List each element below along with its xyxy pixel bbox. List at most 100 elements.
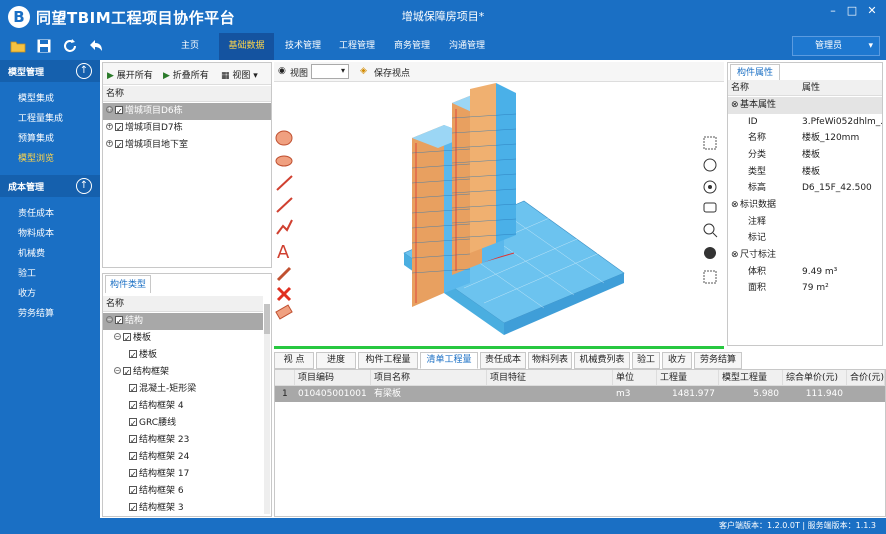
open-folder-icon[interactable] xyxy=(10,38,26,54)
tab-material-list[interactable]: 物料列表 xyxy=(528,352,572,369)
checkbox[interactable] xyxy=(129,500,137,517)
model-viewport[interactable]: A xyxy=(274,83,724,346)
pen-markup-icon[interactable] xyxy=(276,266,292,282)
expand-toggle-icon[interactable]: + xyxy=(106,140,113,147)
column-header[interactable]: 单位 xyxy=(613,370,657,386)
checkbox[interactable] xyxy=(129,466,137,483)
column-header[interactable]: 模型工程量 xyxy=(719,370,783,386)
line-markup-icon[interactable] xyxy=(276,175,293,191)
sidebar-item-quantity-integration[interactable]: 工程量集成 xyxy=(18,111,63,124)
zoom-icon[interactable] xyxy=(703,223,718,238)
tree-item[interactable]: + 增城项目地下室 xyxy=(103,137,271,154)
checkbox[interactable] xyxy=(129,432,137,449)
save-icon[interactable] xyxy=(36,38,52,54)
sidebar-item-material-cost[interactable]: 物料成本 xyxy=(18,226,54,239)
delete-markup-icon[interactable] xyxy=(276,286,292,302)
tab-labor-settlement[interactable]: 劳务结算 xyxy=(694,352,742,369)
camera-icon[interactable] xyxy=(704,247,716,259)
section-box-icon[interactable] xyxy=(703,270,717,284)
menu-home[interactable]: 主页 xyxy=(170,33,210,60)
checkbox[interactable] xyxy=(115,120,123,137)
column-header[interactable]: 综合单价(元) xyxy=(783,370,847,386)
cloud-markup-icon[interactable] xyxy=(275,130,293,146)
expand-toggle-icon[interactable]: + xyxy=(106,106,113,113)
sidebar-section-model[interactable]: 模型管理 ↑ xyxy=(0,60,100,82)
polyline-markup-icon[interactable] xyxy=(276,219,293,235)
tab-component-quantity[interactable]: 构件工程量 xyxy=(358,352,418,369)
walk-icon[interactable] xyxy=(703,202,717,213)
menu-comm-mgmt[interactable]: 沟通管理 xyxy=(440,33,494,60)
sidebar-section-cost[interactable]: 成本管理 ↑ xyxy=(0,175,100,197)
type-item[interactable]: − 结构 xyxy=(103,313,263,330)
column-header[interactable]: 工程量 xyxy=(657,370,719,386)
eraser-icon[interactable] xyxy=(275,304,293,320)
maximize-button[interactable]: □ xyxy=(843,4,861,18)
checkbox[interactable] xyxy=(115,137,123,154)
minimize-button[interactable]: – xyxy=(824,4,842,18)
checkbox[interactable] xyxy=(129,347,137,364)
tab-inspection[interactable]: 验工 xyxy=(632,352,660,369)
checkbox[interactable] xyxy=(129,381,137,398)
refresh-icon[interactable] xyxy=(62,38,78,54)
collapse-up-icon[interactable]: ↑ xyxy=(76,63,92,79)
menu-business-mgmt[interactable]: 商务管理 xyxy=(385,33,439,60)
type-item[interactable]: − 楼板 xyxy=(111,330,279,347)
collapse-icon[interactable]: ⊗ xyxy=(731,247,739,264)
expand-toggle-icon[interactable]: − xyxy=(114,333,121,340)
pan-hand-icon[interactable] xyxy=(703,158,717,172)
sidebar-item-receipt[interactable]: 收方 xyxy=(18,286,36,299)
checkbox[interactable] xyxy=(123,330,131,347)
tree-view-button[interactable]: ▦ 视图 ▾ xyxy=(221,68,258,81)
column-header[interactable]: 项目名称 xyxy=(371,370,487,386)
tab-bill-quantity[interactable]: 清单工程量 xyxy=(420,352,478,369)
checkbox[interactable] xyxy=(115,313,123,330)
user-menu-button[interactable]: 管理员 ▾ xyxy=(792,36,880,56)
view-select[interactable]: ▾ xyxy=(311,64,349,79)
sidebar-item-model-integration[interactable]: 模型集成 xyxy=(18,91,54,104)
checkbox[interactable] xyxy=(129,483,137,500)
sidebar-item-budget-integration[interactable]: 预算集成 xyxy=(18,131,54,144)
sidebar-item-machinery[interactable]: 机械费 xyxy=(18,246,45,259)
property-category[interactable]: ⊗ 尺寸标注 xyxy=(728,247,882,264)
expand-all-button[interactable]: ▶ 展开所有 xyxy=(107,68,153,81)
column-header[interactable]: 项目编码 xyxy=(295,370,371,386)
menu-basic-data[interactable]: 基础数据 xyxy=(219,33,274,60)
close-button[interactable]: ✕ xyxy=(863,4,881,18)
tab-machinery-list[interactable]: 机械费列表 xyxy=(574,352,630,369)
type-item[interactable]: − 结构框架 xyxy=(111,364,279,381)
tree-item[interactable]: + 增城项目D6栋 xyxy=(103,103,271,120)
vertical-scrollbar[interactable] xyxy=(264,304,270,514)
ellipse-markup-icon[interactable] xyxy=(275,155,293,167)
sidebar-item-model-browse[interactable]: 模型浏览 xyxy=(18,151,54,164)
collapse-up-icon[interactable]: ↑ xyxy=(76,178,92,194)
tab-receipt[interactable]: 收方 xyxy=(662,352,692,369)
column-header[interactable]: 合价(元) xyxy=(847,370,885,386)
text-markup-icon[interactable]: A xyxy=(277,242,290,263)
expand-toggle-icon[interactable]: + xyxy=(106,123,113,130)
orbit-icon[interactable] xyxy=(703,180,717,194)
property-category[interactable]: ⊗ 基本属性 xyxy=(728,97,882,114)
arrow-markup-icon[interactable] xyxy=(276,197,293,213)
collapse-icon[interactable]: ⊗ xyxy=(731,197,739,214)
checkbox[interactable] xyxy=(129,398,137,415)
sidebar-item-inspection[interactable]: 验工 xyxy=(18,266,36,279)
tree-item[interactable]: + 增城项目D7栋 xyxy=(103,120,271,137)
tab-component-properties[interactable]: 构件属性 xyxy=(730,64,780,80)
sidebar-item-responsibility-cost[interactable]: 责任成本 xyxy=(18,206,54,219)
sidebar-item-labor-settlement[interactable]: 劳务结算 xyxy=(18,306,54,319)
checkbox[interactable] xyxy=(115,103,123,120)
tab-responsibility-cost[interactable]: 责任成本 xyxy=(480,352,526,369)
undo-icon[interactable] xyxy=(88,38,104,54)
checkbox[interactable] xyxy=(123,364,131,381)
tab-viewpoint[interactable]: 视 点 xyxy=(274,352,314,369)
expand-toggle-icon[interactable]: − xyxy=(106,316,113,323)
tab-component-type[interactable]: 构件类型 xyxy=(105,275,151,293)
property-category[interactable]: ⊗ 标识数据 xyxy=(728,197,882,214)
checkbox[interactable] xyxy=(129,449,137,466)
collapse-all-button[interactable]: ▶ 折叠所有 xyxy=(163,68,209,81)
menu-project-mgmt[interactable]: 工程管理 xyxy=(330,33,384,60)
expand-toggle-icon[interactable]: − xyxy=(114,367,121,374)
column-header[interactable]: 项目特征 xyxy=(487,370,613,386)
scrollbar-thumb[interactable] xyxy=(264,304,270,334)
tab-progress[interactable]: 进度 xyxy=(316,352,356,369)
